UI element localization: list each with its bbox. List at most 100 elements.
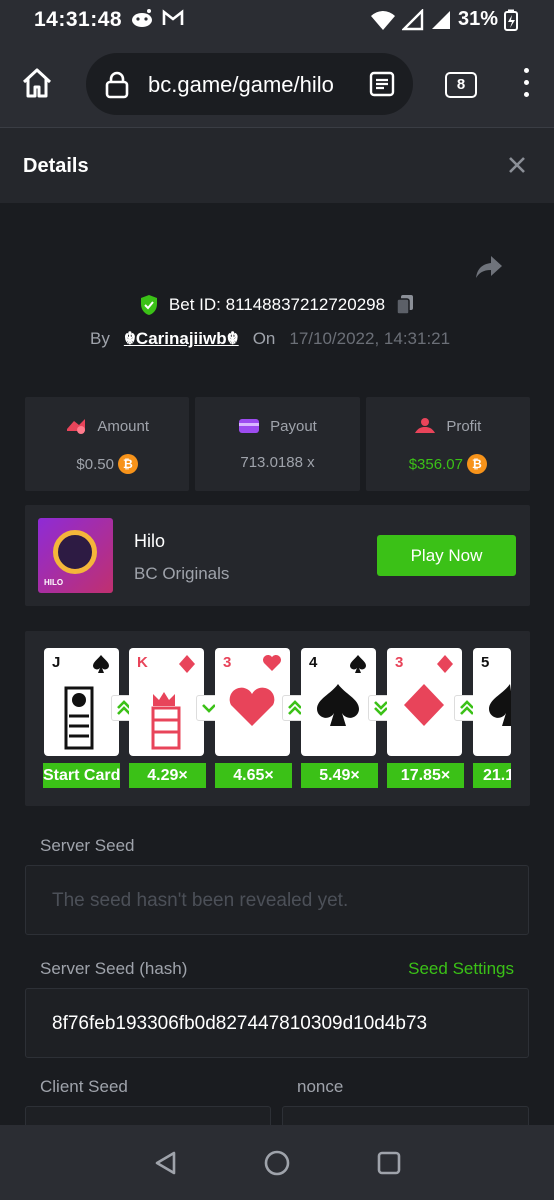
lock-icon — [105, 71, 129, 99]
multiplier-label: 4.29× — [129, 763, 206, 788]
game-card: HILO Hilo BC Originals Play Now — [25, 505, 530, 606]
browser-toolbar: bc.game/game/hilo 8 — [0, 40, 554, 128]
cards-history: J K 3 4 3 5 Start Card 4.29× 4.65× 5.49×… — [25, 631, 530, 806]
bet-date: 17/10/2022, 14:31:21 — [289, 329, 451, 348]
bet-stats: Amount $0.50 ₿ Payout 713.0188 x Profit … — [25, 397, 530, 491]
battery-icon — [504, 9, 518, 31]
bet-author-row: By ☬Carinajiiwb☬ On 17/10/2022, 14:31:21 — [90, 329, 450, 349]
game-provider: BC Originals — [134, 564, 230, 583]
heart-icon — [229, 687, 275, 726]
stat-amount: Amount $0.50 ₿ — [25, 397, 190, 491]
card-rank: 3 — [395, 654, 404, 671]
multiplier-label: 17.85× — [387, 763, 464, 788]
copy-icon[interactable] — [395, 294, 415, 316]
signal-icon — [401, 8, 424, 30]
server-seed-placeholder: The seed hasn't been revealed yet. — [52, 890, 349, 911]
stat-payout-value: 713.0188 x — [240, 454, 315, 471]
spade-icon — [489, 684, 511, 726]
wallet-icon — [239, 419, 260, 433]
nonce-label: nonce — [297, 1077, 344, 1096]
card-rank: J — [52, 654, 61, 671]
server-seed-label: Server Seed — [40, 836, 135, 855]
by-label: By — [90, 329, 110, 348]
back-icon[interactable] — [153, 1150, 179, 1176]
playing-card: J — [44, 648, 119, 756]
address-bar[interactable]: bc.game/game/hilo — [86, 53, 413, 115]
playing-card: 4 — [301, 648, 376, 756]
king-figure-icon — [151, 692, 181, 750]
stat-profit-value: $356.07 — [408, 455, 463, 473]
card-rank: 5 — [481, 654, 490, 671]
card-rank: 3 — [223, 654, 232, 671]
diamond-icon — [404, 684, 444, 726]
client-seed-field[interactable] — [25, 1106, 271, 1125]
playing-card: 5 — [473, 648, 511, 756]
username-link[interactable]: ☬Carinajiiwb☬ — [124, 329, 239, 349]
on-label: On — [252, 329, 276, 348]
tab-switcher-button[interactable]: 8 — [445, 72, 477, 98]
amount-icon — [67, 419, 86, 434]
heart-icon — [263, 655, 281, 671]
game-name: Hilo — [134, 531, 166, 551]
spade-icon — [317, 684, 359, 726]
spade-icon — [350, 655, 366, 673]
seed-settings-link[interactable]: Seed Settings — [408, 959, 514, 979]
details-header: Details — [0, 128, 554, 203]
stat-amount-label: Amount — [97, 417, 150, 435]
page-title: Details — [23, 155, 89, 177]
thumbnail-label: HILO — [44, 578, 64, 587]
close-icon[interactable] — [506, 154, 528, 176]
stat-amount-value: $0.50 — [76, 455, 114, 473]
diamond-icon — [179, 655, 195, 673]
recents-icon[interactable] — [376, 1150, 402, 1176]
bet-details-content: Bet ID: 81148837212720298 By ☬Carinajiiw… — [0, 203, 554, 1125]
signal-x-icon — [431, 10, 450, 29]
game-thumbnail[interactable]: HILO — [38, 518, 113, 593]
bet-id-row: Bet ID: 81148837212720298 — [0, 294, 554, 316]
multiplier-label: 5.49× — [301, 763, 378, 788]
system-navigation-bar — [0, 1125, 554, 1200]
stat-profit-label: Profit — [446, 417, 482, 435]
bitcoin-icon: ₿ — [117, 454, 138, 474]
notification-icons — [130, 8, 184, 28]
status-time: 14:31:48 — [34, 8, 123, 31]
jack-figure-icon — [64, 686, 94, 750]
share-icon[interactable] — [474, 254, 504, 280]
stat-profit: Profit $356.07 ₿ — [365, 397, 530, 491]
card-rank: 4 — [309, 654, 318, 671]
battery-percent: 31% — [457, 8, 498, 30]
play-now-button[interactable]: Play Now — [377, 535, 516, 576]
card-rank: K — [137, 654, 148, 671]
multiplier-label: 21.1 — [473, 763, 511, 788]
home-circle-icon[interactable] — [264, 1150, 290, 1176]
spade-icon — [93, 655, 109, 673]
playing-card: 3 — [215, 648, 290, 756]
browser-menu-button[interactable] — [520, 68, 532, 102]
server-seed-field[interactable]: The seed hasn't been revealed yet. — [25, 865, 529, 935]
verified-shield-icon — [140, 295, 157, 315]
diamond-icon — [437, 655, 453, 673]
home-button[interactable] — [20, 66, 54, 100]
server-seed-hash-label: Server Seed (hash) — [40, 959, 188, 978]
multiplier-label: Start Card — [43, 763, 120, 788]
home-icon — [22, 68, 52, 98]
bet-id: Bet ID: 81148837212720298 — [168, 295, 386, 314]
playing-card: K — [129, 648, 204, 756]
gmail-icon — [162, 9, 184, 25]
bitcoin-icon: ₿ — [466, 454, 487, 474]
status-bar: 14:31:48 31% — [0, 0, 554, 40]
profit-icon — [415, 418, 436, 433]
stat-payout-label: Payout — [270, 417, 317, 435]
playing-card: 3 — [387, 648, 462, 756]
reddit-icon — [132, 9, 152, 27]
nonce-field[interactable] — [282, 1106, 529, 1125]
server-seed-hash-value: 8f76feb193306fb0d827447810309d10d4b73 — [52, 1013, 428, 1034]
stat-payout: Payout 713.0188 x — [195, 397, 360, 491]
status-right: 31% — [370, 8, 518, 31]
multiplier-label: 4.65× — [215, 763, 292, 788]
client-seed-label: Client Seed — [40, 1077, 128, 1096]
url-text: bc.game/game/hilo — [148, 72, 334, 97]
server-seed-hash-field[interactable]: 8f76feb193306fb0d827447810309d10d4b73 — [25, 988, 529, 1058]
wifi-icon — [370, 10, 395, 30]
reader-mode-icon[interactable] — [369, 71, 395, 97]
